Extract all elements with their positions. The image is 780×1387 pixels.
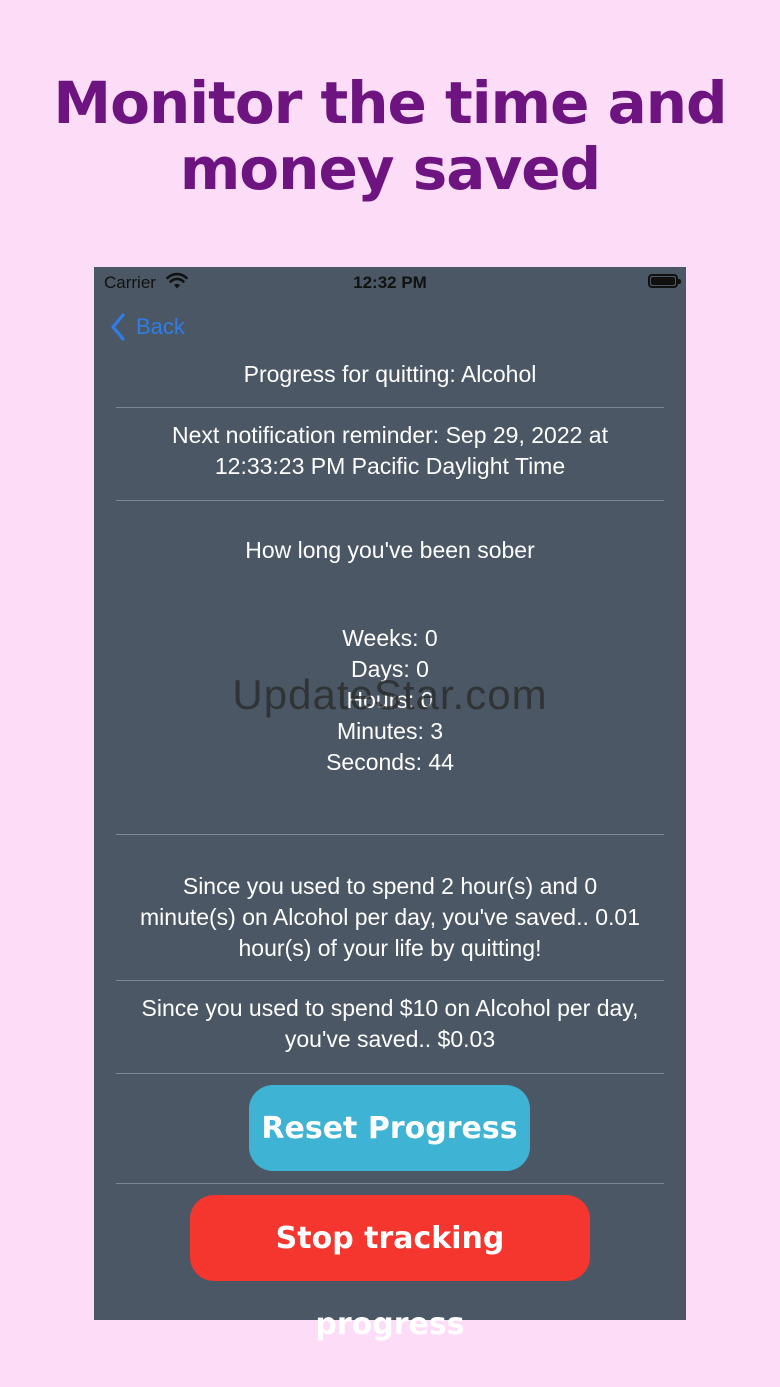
status-bar: Carrier 12:32 PM xyxy=(94,267,686,297)
divider xyxy=(116,407,664,408)
sober-duration: Weeks: 0 Days: 0 Hours: 0 Minutes: 3 Sec… xyxy=(94,623,686,778)
headline-line-1: Monitor the time and xyxy=(53,69,727,137)
back-label: Back xyxy=(136,314,185,339)
sober-heading: How long you've been sober xyxy=(245,537,535,563)
stop-tracking-button[interactable]: Stop tracking progress xyxy=(190,1195,590,1342)
money-saved-line-1: Since you used to spend $10 on Alcohol p… xyxy=(141,995,639,1021)
phone-screen: Carrier 12:32 PM Back Progress for quitt… xyxy=(94,267,686,1342)
status-clock: 12:32 PM xyxy=(353,273,427,292)
notification-line-2: 12:33:23 PM Pacific Daylight Time xyxy=(214,453,566,479)
notification-line-1: Next notification reminder: Sep 29, 2022… xyxy=(172,422,608,448)
notification-reminder: Next notification reminder: Sep 29, 2022… xyxy=(94,420,686,482)
time-saved-line-2: minute(s) on Alcohol per day, you've sav… xyxy=(139,904,641,930)
divider xyxy=(116,980,664,981)
money-saved-line-2: you've saved.. $0.03 xyxy=(284,1026,496,1052)
battery-icon xyxy=(648,274,681,288)
divider xyxy=(116,1073,664,1074)
money-saved-text: Since you used to spend $10 on Alcohol p… xyxy=(94,993,686,1055)
hours-value: Hours: 0 xyxy=(346,687,434,713)
back-button[interactable]: Back xyxy=(110,311,185,343)
chevron-left-icon xyxy=(111,313,125,341)
promo-headline: Monitor the time and money saved xyxy=(0,70,780,202)
time-saved-line-1: Since you used to spend 2 hour(s) and 0 xyxy=(182,873,598,899)
divider xyxy=(116,834,664,835)
divider xyxy=(116,1183,664,1184)
minutes-value: Minutes: 3 xyxy=(336,718,444,744)
time-saved-text: Since you used to spend 2 hour(s) and 0 … xyxy=(94,871,686,964)
weeks-value: Weeks: 0 xyxy=(342,625,438,651)
time-saved-line-3: hour(s) of your life by quitting! xyxy=(238,935,542,961)
progress-title: Progress for quitting: Alcohol xyxy=(243,361,537,387)
days-value: Days: 0 xyxy=(351,656,429,682)
headline-line-2: money saved xyxy=(179,135,601,203)
reset-progress-button[interactable]: Reset Progress xyxy=(249,1085,530,1171)
divider xyxy=(116,500,664,501)
seconds-value: Seconds: 44 xyxy=(326,749,454,775)
